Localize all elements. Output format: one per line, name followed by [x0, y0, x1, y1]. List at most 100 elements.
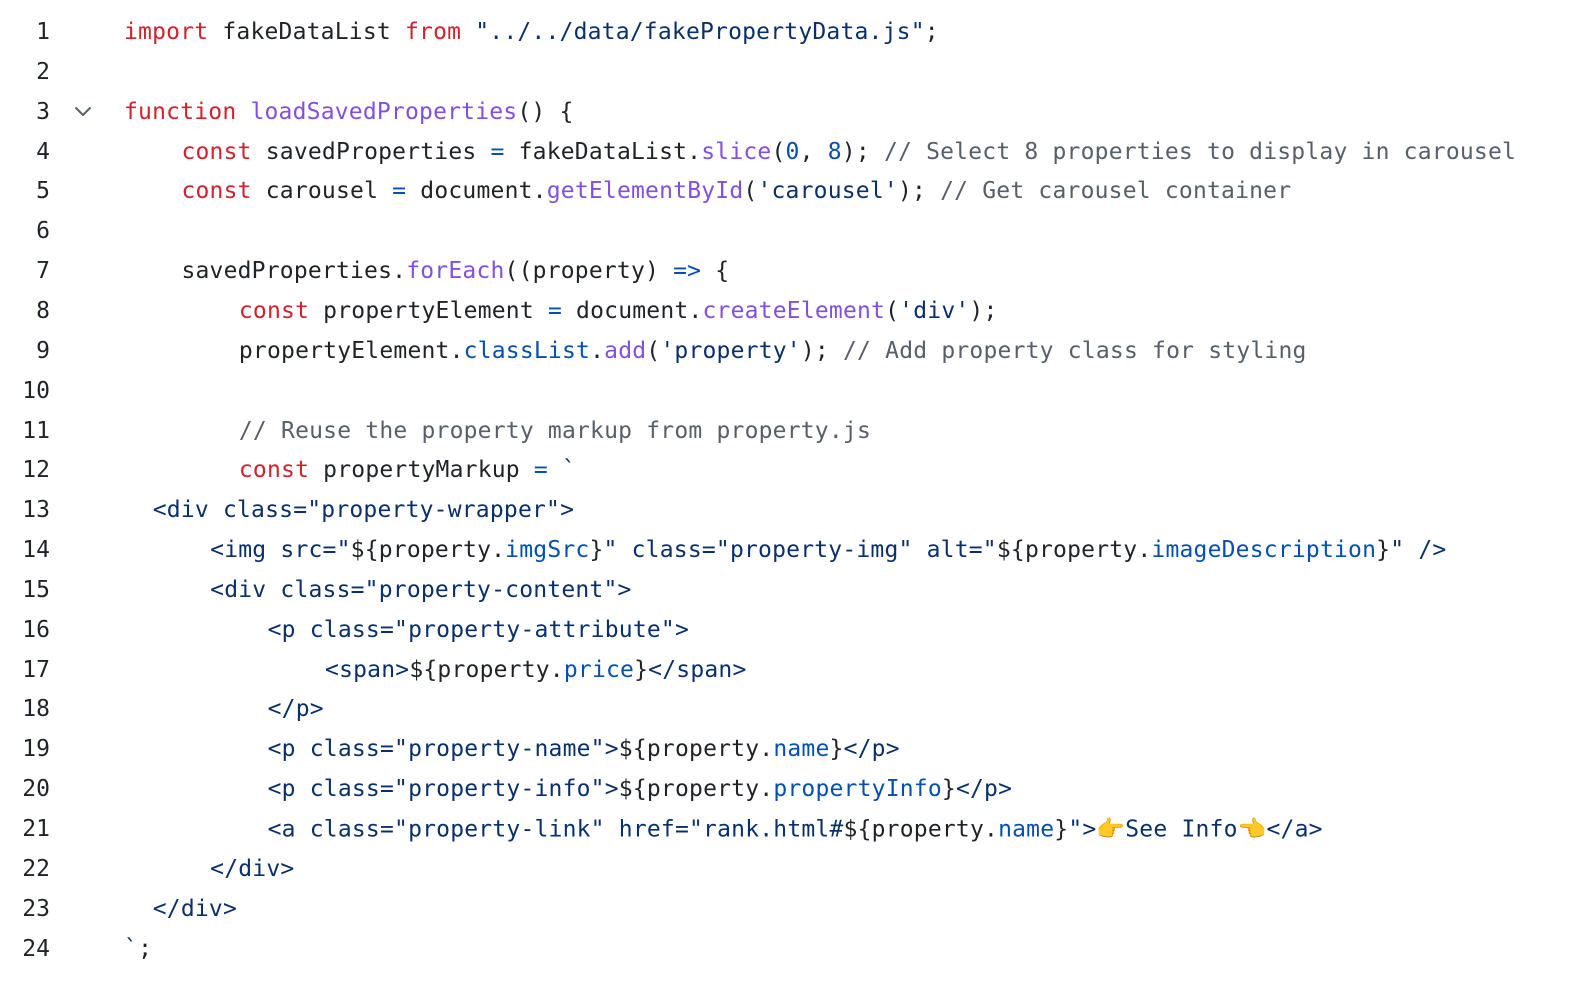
code-token: ${property. [350, 537, 506, 564]
code-viewer: 1 import fakeDataList from "../../data/fa… [0, 0, 1574, 982]
line-number: 21 [22, 816, 50, 842]
code-token: ${property. [409, 656, 564, 683]
code-token: ${property. [843, 816, 999, 843]
code-text: `; [124, 936, 152, 962]
code-token: carousel [251, 178, 393, 205]
line-number: 24 [22, 935, 50, 962]
code-token: <p class="property-attribute"> [267, 616, 690, 643]
line-number: 20 [22, 776, 50, 803]
code-token: ; [924, 19, 939, 45]
code-token: fakeDataList. [504, 138, 702, 165]
code-text: // Reuse the property markup from proper… [239, 418, 871, 444]
code-token: const [181, 178, 252, 205]
code-token: } [589, 537, 604, 564]
code-line: 2 [0, 52, 1574, 92]
code-token: 0 [785, 138, 800, 165]
code-token: 'div' [899, 297, 970, 324]
code-text: </div> [210, 856, 294, 882]
code-token: { [701, 258, 730, 285]
code-token: ${property. [618, 776, 774, 803]
code-token: document. [406, 178, 547, 205]
code-line: 15 <div class="property-content"> [0, 570, 1574, 610]
code-token: document. [562, 297, 703, 324]
code-line: 18 </p> [0, 689, 1574, 729]
code-text: const propertyElement = document.createE… [239, 298, 998, 324]
code-token: ` [124, 935, 139, 962]
code-token: const [181, 138, 252, 165]
code-token: </p> [955, 776, 1013, 803]
code-token: 8 [827, 138, 842, 165]
code-token: "../../data/fakePropertyData.js" [475, 19, 925, 45]
code-token: ${property. [618, 736, 774, 763]
line-number: 22 [22, 855, 50, 882]
code-line: 14 <img src="${property.imgSrc}" class="p… [0, 530, 1574, 570]
line-number: 2 [36, 58, 50, 85]
code-line: 8 const propertyElement = document.create… [0, 291, 1574, 331]
code-line: 3 function loadSavedProperties() { [0, 92, 1574, 132]
code-token: = [392, 178, 407, 205]
code-token: savedProperties. [181, 258, 407, 285]
code-token: ( [771, 138, 786, 165]
code-text: <div class="property-content"> [210, 577, 631, 603]
code-line: 6 [0, 211, 1574, 251]
code-token: 'property' [660, 337, 801, 364]
line-number: 18 [22, 696, 50, 723]
code-token: propertyElement. [238, 337, 464, 364]
chevron-down-icon[interactable] [72, 101, 94, 123]
line-number: 3 [36, 98, 50, 125]
code-token: " class="property-img" alt=" [603, 537, 997, 564]
code-text: <p class="property-name">${property.name… [268, 736, 900, 762]
line-number: 12 [22, 457, 50, 484]
code-token: ">👉See Info👈</a> [1068, 816, 1323, 843]
code-line: 4 const savedProperties = fakeDataList.sl… [0, 132, 1574, 172]
code-line: 24 `; [0, 929, 1574, 969]
code-line: 5 const carousel = document.getElementByI… [0, 171, 1574, 211]
code-token: propertyInfo [773, 776, 942, 803]
code-text: <img src="${property.imgSrc}" class="pro… [210, 537, 1446, 563]
code-line: 16 <p class="property-attribute"> [0, 610, 1574, 650]
code-token: // Reuse the property markup from proper… [238, 417, 871, 444]
code-token: , [799, 138, 828, 165]
code-token: propertyElement [309, 297, 548, 324]
code-token: loadSavedProperties [250, 98, 518, 125]
code-text: function loadSavedProperties() { [124, 99, 574, 125]
code-token: ( [646, 337, 661, 364]
code-token: } [941, 776, 956, 803]
code-token: <img src=" [210, 537, 351, 564]
code-token: price [563, 656, 635, 683]
code-token: ` [562, 457, 577, 484]
line-number: 13 [22, 497, 50, 524]
code-token: = [533, 457, 548, 484]
code-token: name [998, 816, 1055, 843]
code-line: 12 const propertyMarkup = ` [0, 450, 1574, 490]
code-token: ); [969, 297, 998, 324]
line-number: 15 [22, 576, 50, 603]
code-token: // Add property class for styling [843, 337, 1307, 364]
code-token: import [124, 19, 209, 45]
code-text: <span>${property.price}</span> [325, 657, 746, 683]
code-text: <div class="property-wrapper"> [153, 497, 574, 523]
code-token: </span> [648, 656, 747, 683]
code-line: 13 <div class="property-wrapper"> [0, 490, 1574, 530]
code-token: } [829, 736, 844, 763]
code-token: = [547, 297, 562, 324]
code-token: // Select 8 properties to display in car… [883, 138, 1517, 165]
code-text: import fakeDataList from "../../data/fak… [124, 19, 939, 45]
code-token: </div> [152, 895, 238, 922]
code-text: <a class="property-link" href="rank.html… [268, 816, 1323, 843]
code-token: getElementById [546, 178, 744, 205]
code-text: const carousel = document.getElementById… [181, 178, 1291, 204]
code-token: name [773, 736, 830, 763]
code-line: 20 <p class="property-info">${property.pr… [0, 769, 1574, 809]
line-number: 16 [22, 616, 50, 643]
code-token: // Get carousel container [940, 178, 1292, 205]
code-token: </div> [210, 855, 295, 882]
code-text: <p class="property-attribute"> [268, 617, 689, 643]
code-token: ${property. [996, 537, 1152, 564]
code-token: ( [885, 297, 900, 324]
code-line: 23 </div> [0, 889, 1574, 929]
code-text: const savedProperties = fakeDataList.sli… [181, 139, 1516, 165]
line-number: 5 [36, 178, 50, 205]
code-token: function [124, 98, 237, 125]
